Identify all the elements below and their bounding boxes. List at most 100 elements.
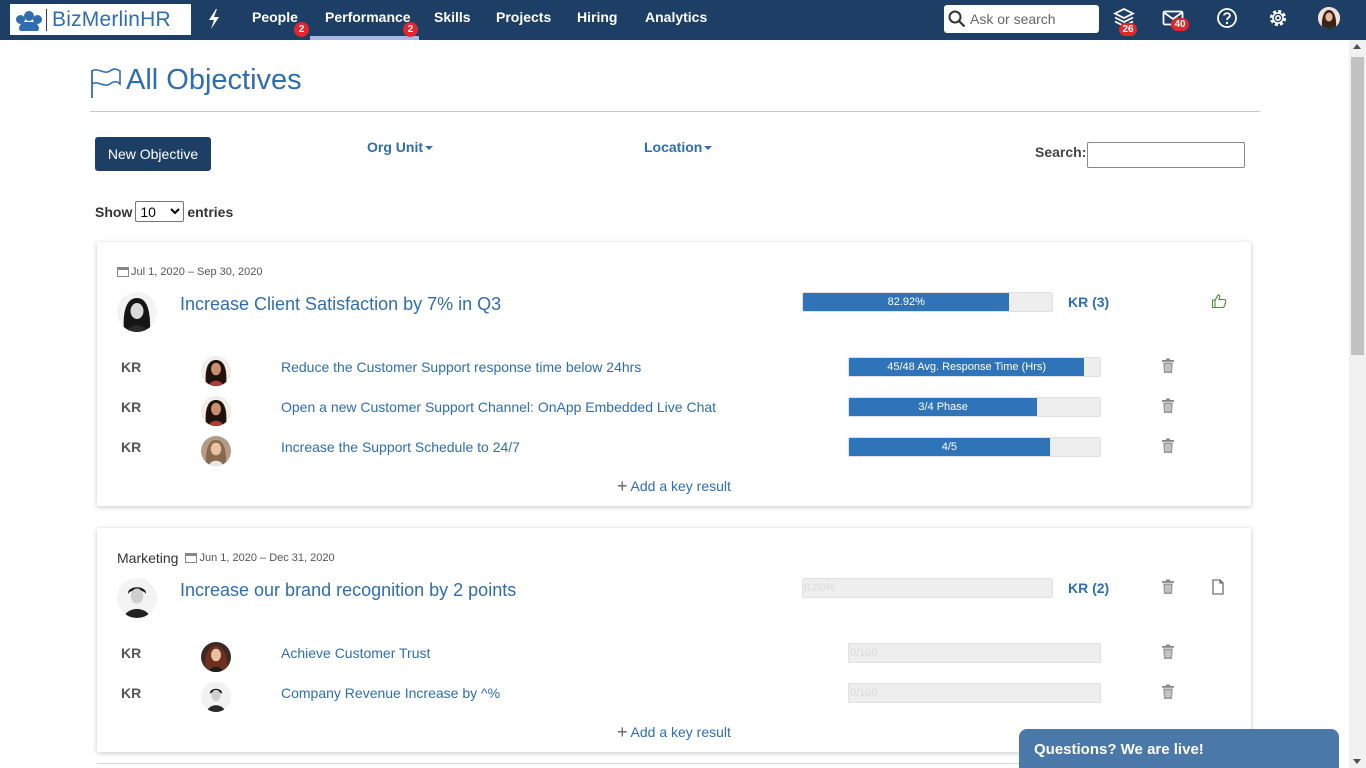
nav-hiring[interactable]: Hiring [562,0,632,40]
scroll-thumb[interactable] [1351,57,1364,355]
objective-date-range: Marketing Jun 1, 2020 – Dec 31, 2020 [117,550,335,566]
add-key-result-link[interactable]: + Add a key result [617,722,731,742]
kr-tag: KR [121,439,142,455]
page-header: All Objectives [90,60,302,100]
help-icon[interactable] [1216,7,1238,29]
progress-label: 82.92% [887,296,925,308]
global-search-input[interactable] [970,11,1098,27]
objective-owner-avatar[interactable] [117,578,157,618]
kr-title-link[interactable]: Increase the Support Schedule to 24/7 [281,439,520,455]
people-logo-icon [16,9,42,31]
kr-progress-bar: 3/4 Phase [848,397,1101,417]
trash-icon[interactable] [1161,684,1175,700]
entries-label: entries [187,203,234,220]
nav-people-label: People [252,9,298,25]
kr-owner-avatar[interactable] [201,436,231,466]
kr-title-link[interactable]: Company Revenue Increase by ^% [281,685,500,701]
kr-owner-avatar[interactable] [201,356,231,386]
org-unit-dropdown[interactable]: Org Unit [367,139,433,155]
people-badge: 2 [294,22,309,37]
brand-name: BizMerlinHR [52,7,171,31]
entries-length-control: Show 10 entries [95,201,233,222]
add-key-result-link[interactable]: + Add a key result [617,476,731,496]
search-icon [948,10,966,28]
nav-analytics[interactable]: Analytics [630,0,722,40]
table-search-input[interactable] [1087,142,1245,168]
location-label: Location [644,139,703,155]
trash-icon[interactable] [1161,358,1175,374]
kr-count-link[interactable]: KR (3) [1068,294,1109,310]
objective-progress-bar: 82.92% [802,292,1053,312]
kr-tag: KR [121,399,142,415]
nav-analytics-label: Analytics [645,9,708,25]
flag-icon [91,68,121,98]
vertical-scrollbar[interactable] [1349,40,1366,768]
objective-card: Jul 1, 2020 – Sep 30, 2020 Increase Clie… [97,242,1251,506]
nav-skills-label: Skills [434,9,471,25]
progress-label: 3/4 Phase [918,401,968,413]
plus-icon: + [617,476,628,496]
progress-label: 0/100 [850,647,878,659]
kr-progress-bar: 45/48 Avg. Response Time (Hrs) [848,357,1101,377]
objective-title-link[interactable]: Increase our brand recognition by 2 poin… [180,580,516,601]
progress-label: 0/100 [850,687,878,699]
progress-label: 4/5 [941,441,958,453]
kr-title-link[interactable]: Reduce the Customer Support response tim… [281,359,641,375]
kr-count-link[interactable]: KR (2) [1068,580,1109,596]
calendar-icon [185,553,198,563]
trash-icon[interactable] [1161,398,1175,414]
kr-tag: KR [121,645,142,661]
performance-badge: 2 [403,22,418,37]
objective-date-range: Jul 1, 2020 – Sep 30, 2020 [117,266,263,278]
objective-card: Marketing Jun 1, 2020 – Dec 31, 2020 Inc… [97,528,1251,752]
live-chat-widget[interactable]: Questions? We are live! [1019,729,1339,768]
entries-select[interactable]: 10 [135,201,185,222]
title-divider [90,111,1260,112]
layers-badge: 26 [1119,23,1137,36]
new-objective-button[interactable]: New Objective [95,137,211,171]
nav-hiring-label: Hiring [577,9,618,25]
nav-skills[interactable]: Skills [419,0,486,40]
brand-logo[interactable]: BizMerlinHR [10,4,191,35]
search-label: Search: [1035,144,1087,160]
nav-performance-label: Performance [325,9,411,25]
settings-gear-icon[interactable] [1267,7,1289,29]
add-key-result-label: Add a key result [630,478,731,494]
user-avatar[interactable] [1318,7,1340,29]
kr-tag: KR [121,685,142,701]
trash-icon[interactable] [1161,438,1175,454]
objective-dates: Jul 1, 2020 – Sep 30, 2020 [131,266,263,278]
objective-owner-avatar[interactable] [117,292,157,332]
top-navbar: BizMerlinHR People 2 Performance 2 Skill… [0,0,1366,40]
document-icon[interactable] [1212,579,1224,595]
kr-owner-avatar[interactable] [201,682,231,712]
objective-dates: Jun 1, 2020 – Dec 31, 2020 [199,552,335,564]
kr-owner-avatar[interactable] [201,396,231,426]
logo-divider [46,8,47,31]
lightning-icon[interactable] [206,8,222,30]
kr-owner-avatar[interactable] [201,642,231,672]
nav-projects[interactable]: Projects [481,0,566,40]
objective-title-link[interactable]: Increase Client Satisfaction by 7% in Q3 [180,294,501,315]
show-label: Show [95,203,133,220]
add-key-result-label: Add a key result [630,724,731,740]
objective-progress-bar: 0.00% [802,578,1053,598]
progress-label: 0.00% [804,582,836,594]
thumbs-up-icon[interactable] [1211,293,1227,309]
global-search [944,5,1099,33]
kr-title-link[interactable]: Achieve Customer Trust [281,645,430,661]
kr-title-link[interactable]: Open a new Customer Support Channel: OnA… [281,399,716,415]
trash-icon[interactable] [1161,579,1175,595]
nav-performance[interactable]: Performance [310,0,419,40]
scroll-up-arrow-icon[interactable] [1353,44,1361,49]
trash-icon[interactable] [1161,644,1175,660]
scroll-down-arrow-icon[interactable] [1353,759,1361,764]
kr-progress-bar: 4/5 [848,437,1101,457]
kr-tag: KR [121,359,142,375]
kr-progress-bar: 0/100 [848,683,1101,703]
plus-icon: + [617,722,628,742]
location-dropdown[interactable]: Location [644,139,713,155]
live-chat-label: Questions? We are live! [1034,741,1204,758]
caret-down-icon [704,145,713,150]
progress-label: 45/48 Avg. Response Time (Hrs) [887,361,1047,373]
